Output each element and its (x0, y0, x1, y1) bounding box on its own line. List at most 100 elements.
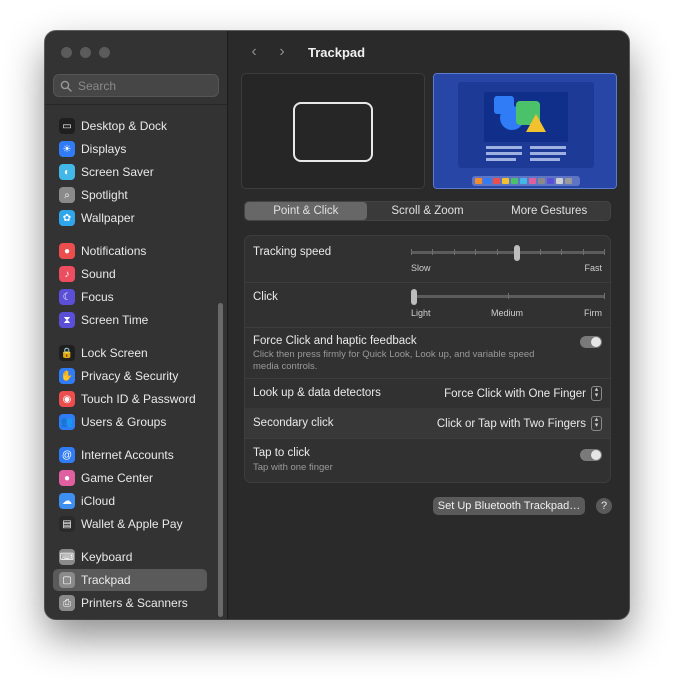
sidebar-item-spotlight[interactable]: ⌕ Spotlight (53, 184, 207, 206)
keyboard-icon: ⌨ (59, 549, 75, 565)
sidebar-item-displays[interactable]: ☀ Displays (53, 138, 207, 160)
sidebar-item-users-groups[interactable]: 👥 Users & Groups (53, 411, 207, 433)
search-input[interactable]: Search (53, 74, 219, 97)
sidebar-item-wallpaper[interactable]: ✿ Wallpaper (53, 207, 207, 229)
sound-icon: ♪ (59, 266, 75, 282)
force-click-description-line1: Click then press firmly for Quick Look, … (253, 349, 535, 360)
sidebar-item-label: Printers & Scanners (81, 596, 188, 610)
sidebar-item-focus[interactable]: ☾ Focus (53, 286, 207, 308)
sidebar-item-notifications[interactable]: ● Notifications (53, 240, 207, 262)
users-icon: 👥 (59, 414, 75, 430)
tap-to-click-row: Tap to click Tap with one finger (245, 438, 610, 482)
display-icon: ☀ (59, 141, 75, 157)
tracking-speed-thumb[interactable] (514, 245, 520, 261)
secondary-click-label: Secondary click (253, 417, 334, 429)
tap-to-click-toggle[interactable] (580, 449, 602, 461)
chevron-updown-icon: ▴ ▾ (591, 386, 602, 401)
settings-window: Search ▭ Desktop & Dock ☀ Displays ◐ Screen S… (45, 31, 629, 619)
fingerprint-icon: ◉ (59, 391, 75, 407)
sidebar-item-label: Lock Screen (81, 346, 148, 360)
back-button[interactable]: ‹ (240, 43, 268, 61)
sidebar-item-internet-accounts[interactable]: @ Internet Accounts (53, 444, 207, 466)
game-center-icon: ● (59, 470, 75, 486)
sidebar-item-label: Screen Saver (81, 165, 154, 179)
lookup-label: Look up & data detectors (253, 387, 381, 399)
tracking-speed-track (411, 251, 605, 254)
tracking-speed-tick (497, 249, 498, 255)
sidebar-item-label: Desktop & Dock (81, 119, 168, 133)
lookup-value: Force Click with One Finger (444, 387, 586, 400)
tab-point-click[interactable]: Point & Click (245, 202, 367, 220)
sidebar: Search ▭ Desktop & Dock ☀ Displays ◐ Screen S… (45, 31, 228, 619)
sidebar-item-label: Keyboard (81, 550, 133, 564)
tracking-speed-row: Tracking speed Slow Fast (245, 236, 610, 283)
cloud-icon: ☁ (59, 493, 75, 509)
help-button[interactable]: ? (596, 498, 612, 514)
printer-icon: ⎙ (59, 595, 75, 611)
tracking-speed-tick (454, 249, 455, 255)
sidebar-item-lock-screen[interactable]: 🔒 Lock Screen (53, 342, 207, 364)
close-window-button[interactable] (61, 47, 72, 58)
tracking-slow-label: Slow (411, 263, 431, 273)
sidebar-item-label: Focus (81, 290, 114, 304)
sidebar-item-label: Spotlight (81, 188, 128, 202)
sidebar-item-screen-time[interactable]: ⧗ Screen Time (53, 309, 207, 331)
tracking-speed-tick (411, 249, 412, 255)
chevron-updown-icon: ▴ ▾ (591, 416, 602, 431)
tab-bar: Point & Click Scroll & Zoom More Gesture… (244, 201, 611, 221)
tracking-speed-slider[interactable] (411, 245, 605, 266)
sidebar-item-desktop-dock[interactable]: ▭ Desktop & Dock (53, 115, 207, 137)
sidebar-item-sound[interactable]: ♪ Sound (53, 263, 207, 285)
click-pressure-slider[interactable] (411, 289, 605, 310)
sidebar-item-label: Touch ID & Password (81, 392, 196, 406)
notifications-icon: ● (59, 243, 75, 259)
settings-panel: Tracking speed Slow Fast Click Light Med… (244, 235, 611, 483)
sidebar-item-label: Trackpad (81, 573, 131, 587)
sidebar-item-label: Sound (81, 267, 116, 281)
click-pressure-thumb[interactable] (411, 289, 417, 305)
sidebar-item-game-center[interactable]: ● Game Center (53, 467, 207, 489)
sidebar-item-label: Game Center (81, 471, 154, 485)
screen-saver-icon: ◐ (59, 164, 75, 180)
dock-icon: ▭ (59, 118, 75, 134)
sidebar-item-wallet-apple-pay[interactable]: ▤ Wallet & Apple Pay (53, 513, 207, 535)
secondary-click-row: Secondary click Click or Tap with Two Fi… (245, 408, 610, 439)
tap-to-click-label: Tap to click (253, 447, 310, 459)
sidebar-item-screen-saver[interactable]: ◐ Screen Saver (53, 161, 207, 183)
sidebar-scrollbar[interactable] (218, 303, 223, 617)
sidebar-item-keyboard[interactable]: ⌨ Keyboard (53, 546, 207, 568)
lock-icon: 🔒 (59, 345, 75, 361)
sidebar-item-privacy-security[interactable]: ✋ Privacy & Security (53, 365, 207, 387)
click-medium-label: Medium (491, 308, 524, 318)
secondary-click-value: Click or Tap with Two Fingers (436, 417, 586, 430)
click-pressure-row: Click Light Medium Firm (245, 282, 610, 328)
sidebar-item-touch-id-password[interactable]: ◉ Touch ID & Password (53, 388, 207, 410)
click-label: Click (253, 291, 278, 303)
sidebar-item-label: Privacy & Security (81, 369, 179, 383)
forward-button[interactable]: › (268, 43, 296, 61)
wallet-icon: ▤ (59, 516, 75, 532)
setup-bluetooth-trackpad-button[interactable]: Set Up Bluetooth Trackpad… (433, 497, 585, 515)
tab-scroll-zoom[interactable]: Scroll & Zoom (367, 202, 489, 220)
sidebar-divider (45, 104, 227, 105)
zoom-window-button[interactable] (99, 47, 110, 58)
tracking-speed-tick (583, 249, 584, 255)
sidebar-item-label: Users & Groups (81, 415, 167, 429)
hand-icon: ✋ (59, 368, 75, 384)
desktop-illustration (434, 74, 616, 188)
secondary-click-popup[interactable]: Click or Tap with Two Fingers ▴ ▾ (437, 416, 602, 431)
tab-more-gestures[interactable]: More Gestures (488, 202, 610, 220)
tracking-speed-tick (561, 249, 562, 255)
lookup-popup[interactable]: Force Click with One Finger ▴ ▾ (444, 386, 602, 401)
page-title: Trackpad (308, 44, 366, 60)
sidebar-item-printers-scanners[interactable]: ⎙ Printers & Scanners (53, 592, 207, 614)
window-controls (61, 47, 110, 58)
force-click-toggle[interactable] (580, 336, 602, 348)
minimize-window-button[interactable] (80, 47, 91, 58)
sidebar-item-label: Internet Accounts (81, 448, 174, 462)
sidebar-item-trackpad[interactable]: ▢ Trackpad (53, 569, 207, 591)
sidebar-item-icloud[interactable]: ☁ iCloud (53, 490, 207, 512)
tracking-speed-tick (604, 249, 605, 255)
force-click-label: Force Click and haptic feedback (253, 335, 417, 347)
click-pressure-tick (508, 293, 509, 299)
